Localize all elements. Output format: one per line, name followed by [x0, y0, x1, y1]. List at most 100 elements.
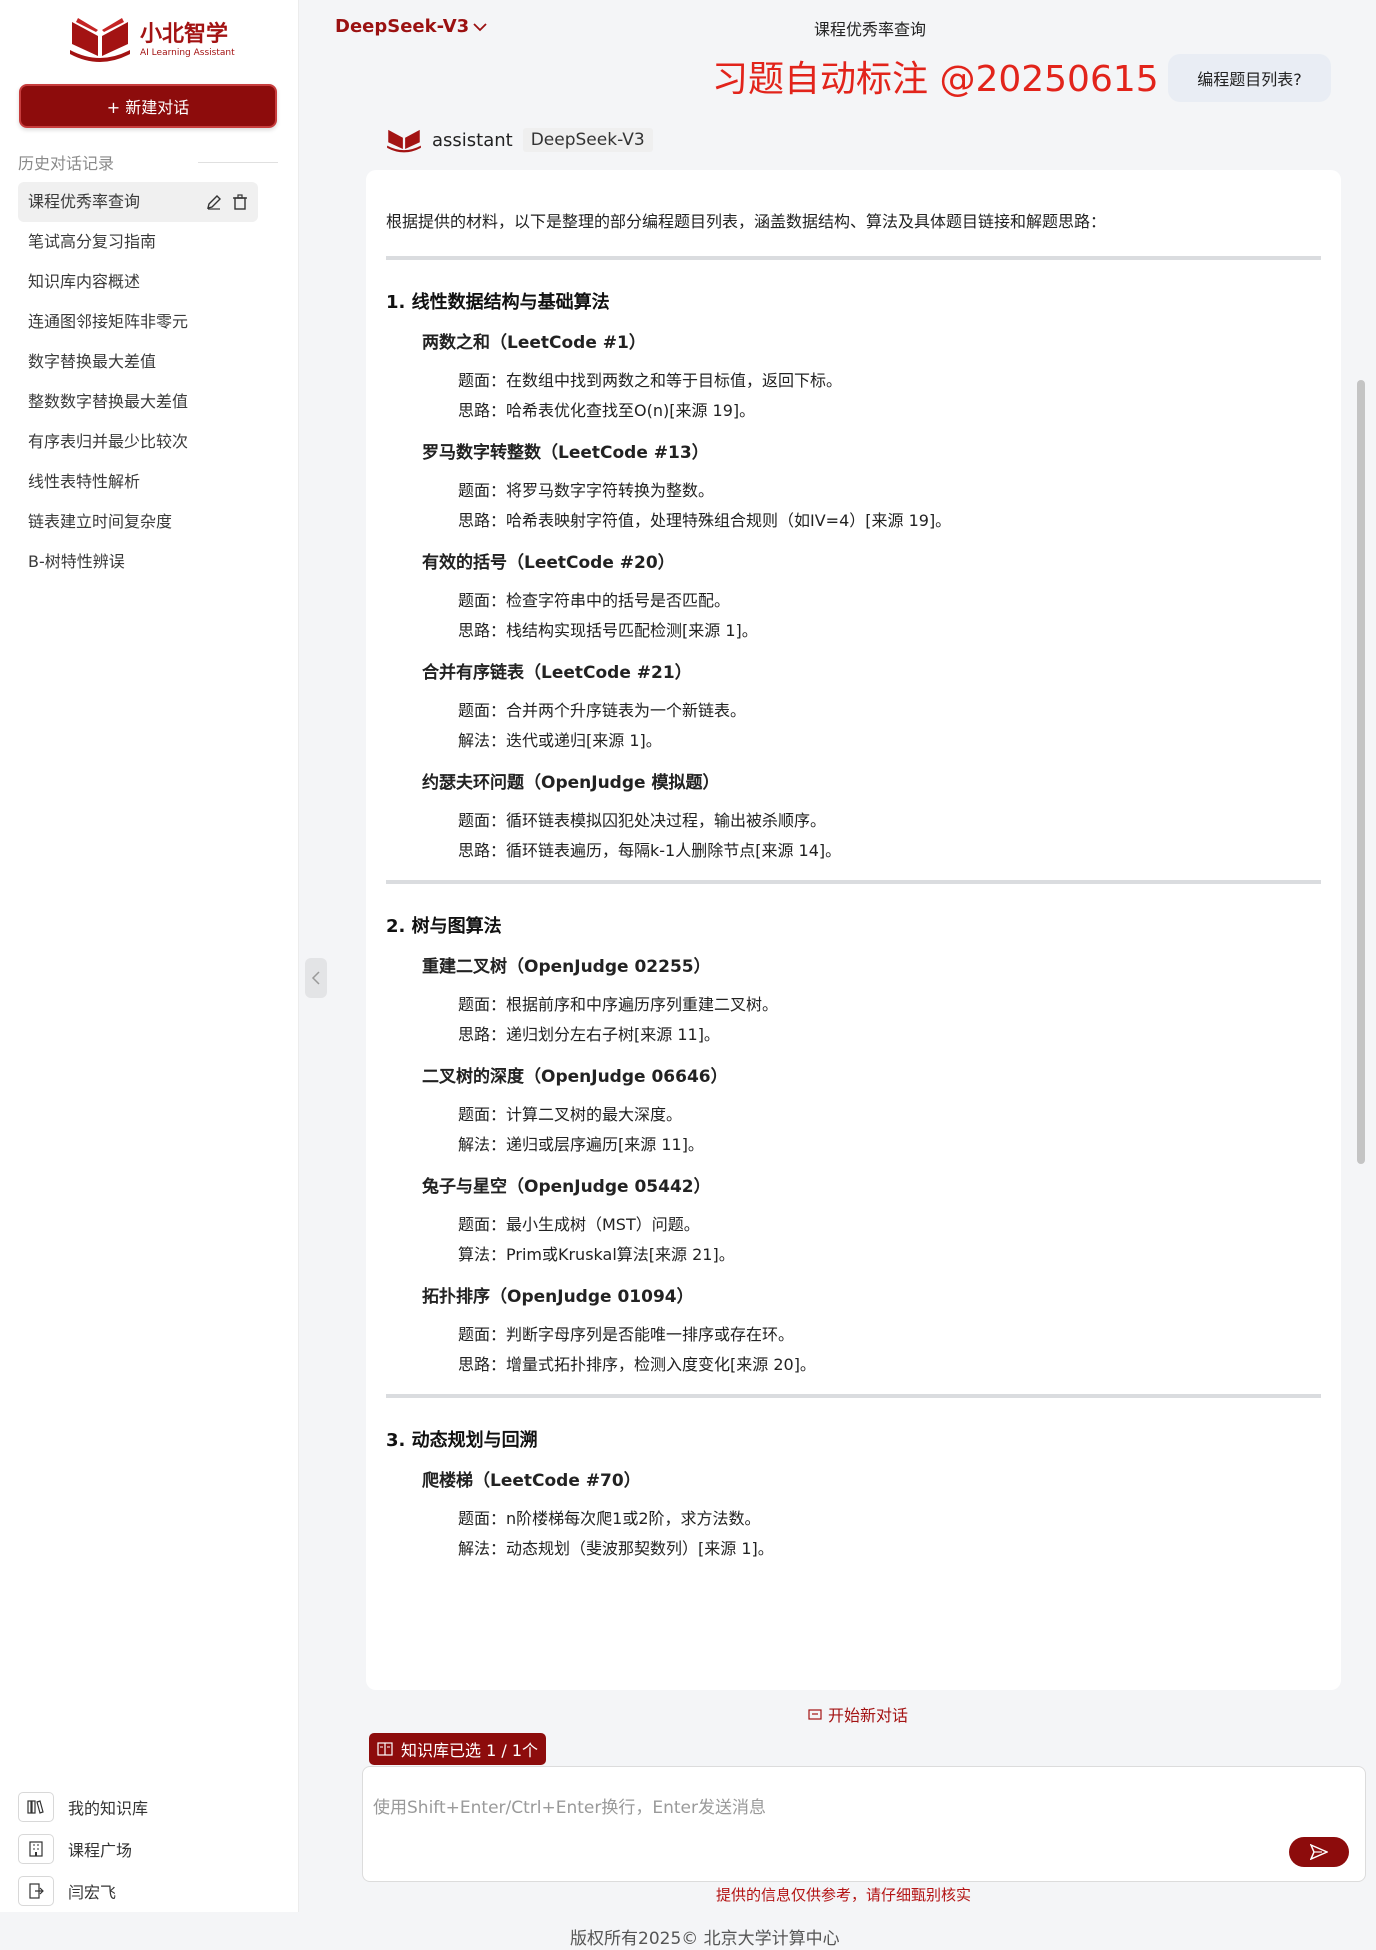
problem-line: 题面：最小生成树（MST）问题。 — [458, 1215, 700, 1234]
model-selector-label: DeepSeek-V3 — [335, 16, 470, 37]
section-title: 1. 线性数据结构与基础算法 — [386, 292, 610, 313]
problem-title: 兔子与星空（OpenJudge 05442） — [422, 1177, 711, 1197]
history-item[interactable]: 线性表特性解析 — [18, 462, 258, 502]
nav-my-knowledge[interactable]: 我的知识库 — [18, 1786, 148, 1828]
history-item[interactable]: 链表建立时间复杂度 — [18, 502, 258, 542]
new-chat-icon — [808, 1709, 822, 1720]
nav-user[interactable]: 闫宏飞 — [18, 1870, 148, 1912]
disclaimer: 提供的信息仅供参考，请仔细甄别核实 — [716, 1886, 972, 1904]
problem-line: 解法：递归或层序遍历[来源 11]。 — [458, 1135, 704, 1154]
sidebar-bottom-nav: 我的知识库 课程广场 闫宏飞 — [18, 1786, 148, 1912]
knowledge-base-selector[interactable]: 知识库已选 1 / 1个 — [369, 1733, 547, 1765]
message-section: 1. 线性数据结构与基础算法 两数之和（LeetCode #1） 题面：在数组中… — [386, 290, 1321, 866]
problem-title: 拓扑排序（OpenJudge 01094） — [422, 1287, 694, 1307]
problem-item: 合并有序链表（LeetCode #21） 题面：合并两个升序链表为一个新链表。 … — [386, 660, 1321, 756]
history-item[interactable]: 整数数字替换最大差值 — [18, 382, 258, 422]
history-item[interactable]: B-树特性辨误 — [18, 542, 258, 582]
new-chat-button[interactable]: + 新建对话 — [19, 84, 277, 128]
app-name: 小北智学 — [140, 22, 229, 47]
page-title: 课程优秀率查询 — [813, 20, 926, 39]
history-item-label: 课程优秀率查询 — [28, 192, 141, 211]
assistant-role: assistant — [432, 129, 513, 151]
history-item[interactable]: 课程优秀率查询 — [18, 182, 258, 222]
problem-title: 罗马数字转整数（LeetCode #13） — [422, 443, 709, 463]
assistant-model-tag: DeepSeek-V3 — [522, 128, 653, 152]
bookshelf-icon — [18, 1792, 54, 1822]
copyright: 版权所有2025© 北京大学计算中心 — [570, 1929, 840, 1949]
history-header: 历史对话记录 — [18, 150, 278, 174]
divider — [386, 256, 1321, 260]
problem-line: 题面：将罗马数字字符转换为整数。 — [458, 481, 715, 500]
history-list: 课程优秀率查询 笔试高分复习指南 知识库内容概述 连通图邻接矩阵非零元 数字替换… — [18, 182, 258, 582]
divider — [386, 1394, 1321, 1398]
problem-line: 思路：循环链表遍历，每隔k-1人删除节点[来源 14]。 — [458, 841, 842, 860]
model-selector[interactable]: DeepSeek-V3 — [335, 16, 487, 37]
problem-line: 题面：计算二叉树的最大深度。 — [458, 1105, 683, 1124]
logo-book-icon — [70, 18, 130, 62]
logout-icon — [18, 1876, 54, 1906]
problem-line: 思路：增量式拓扑排序，检测入度变化[来源 20]。 — [458, 1355, 816, 1374]
problem-line: 思路：栈结构实现括号匹配检测[来源 1]。 — [458, 621, 758, 640]
chat-scrollbar[interactable] — [1357, 380, 1365, 1164]
edit-icon[interactable] — [206, 194, 222, 210]
problem-line: 解法：迭代或递归[来源 1]。 — [458, 731, 662, 750]
history-item[interactable]: 连通图邻接矩阵非零元 — [18, 302, 258, 342]
problem-title: 两数之和（LeetCode #1） — [422, 333, 646, 353]
problem-line: 思路：哈希表映射字符值，处理特殊组合规则（如IV=4）[来源 19]。 — [458, 511, 952, 530]
problem-line: 解法：动态规划（斐波那契数列）[来源 1]。 — [458, 1539, 774, 1558]
book-icon — [377, 1742, 393, 1756]
app-logo[interactable]: 小北智学 AI Learning Assistant — [68, 14, 235, 66]
message-section: 3. 动态规划与回溯 爬楼梯（LeetCode #70） 题面：n阶楼梯每次爬1… — [386, 1428, 1321, 1564]
problem-title: 二叉树的深度（OpenJudge 06646） — [422, 1067, 728, 1087]
nav-course-plaza-label: 课程广场 — [68, 1841, 133, 1860]
message-section: 2. 树与图算法 重建二叉树（OpenJudge 02255） 题面：根据前序和… — [386, 914, 1321, 1380]
nav-my-knowledge-label: 我的知识库 — [68, 1799, 149, 1818]
overlay-annotation-title: 习题自动标注 @20250615 — [712, 59, 1159, 100]
collapse-sidebar-button[interactable] — [305, 958, 327, 998]
problem-line: 思路：哈希表优化查找至O(n)[来源 19]。 — [458, 401, 756, 420]
problem-item: 有效的括号（LeetCode #20） 题面：检查字符串中的括号是否匹配。 思路… — [386, 550, 1321, 646]
problem-line: 思路：递归划分左右子树[来源 11]。 — [458, 1025, 720, 1044]
start-new-conversation-button[interactable]: 开始新对话 — [808, 1702, 908, 1726]
problem-line: 题面：循环链表模拟囚犯处决过程，输出被杀顺序。 — [458, 811, 827, 830]
history-item[interactable]: 知识库内容概述 — [18, 262, 258, 302]
user-name: 闫宏飞 — [68, 1883, 117, 1902]
problem-title: 有效的括号（LeetCode #20） — [422, 553, 675, 573]
knowledge-base-count: 知识库已选 1 / 1个 — [401, 1741, 539, 1760]
problem-item: 兔子与星空（OpenJudge 05442） 题面：最小生成树（MST）问题。 … — [386, 1174, 1321, 1270]
section-title: 3. 动态规划与回溯 — [386, 1430, 538, 1451]
app-subtitle: AI Learning Assistant — [140, 48, 235, 58]
problem-line: 题面：根据前序和中序遍历序列重建二叉树。 — [458, 995, 779, 1014]
assistant-message: 根据提供的材料，以下是整理的部分编程题目列表，涵盖数据结构、算法及具体题目链接和… — [366, 170, 1341, 1690]
history-item[interactable]: 数字替换最大差值 — [18, 342, 258, 382]
nav-course-plaza[interactable]: 课程广场 — [18, 1828, 148, 1870]
send-button[interactable] — [1289, 1837, 1349, 1867]
sidebar: 小北智学 AI Learning Assistant + 新建对话 历史对话记录… — [0, 0, 299, 1912]
send-icon — [1310, 1844, 1328, 1860]
problem-line: 算法：Prim或Kruskal算法[来源 21]。 — [458, 1245, 735, 1264]
history-item[interactable]: 有序表归并最少比较次 — [18, 422, 258, 462]
problem-line: 题面：n阶楼梯每次爬1或2阶，求方法数。 — [458, 1509, 761, 1528]
chevron-down-icon — [473, 22, 487, 31]
problem-title: 重建二叉树（OpenJudge 02255） — [422, 957, 711, 977]
chevron-left-icon — [311, 971, 320, 985]
history-item[interactable]: 笔试高分复习指南 — [18, 222, 258, 262]
history-item-actions — [206, 182, 248, 210]
problem-line: 题面：合并两个升序链表为一个新链表。 — [458, 701, 747, 720]
message-input[interactable]: 使用Shift+Enter/Ctrl+Enter换行，Enter发送消息 — [362, 1766, 1366, 1882]
problem-item: 约瑟夫环问题（OpenJudge 模拟题） 题面：循环链表模拟囚犯处决过程，输出… — [386, 770, 1321, 866]
user-message: 编程题目列表? — [1168, 54, 1331, 102]
trash-icon[interactable] — [232, 194, 248, 210]
section-title: 2. 树与图算法 — [386, 916, 502, 937]
message-intro: 根据提供的材料，以下是整理的部分编程题目列表，涵盖数据结构、算法及具体题目链接和… — [386, 212, 1107, 231]
problem-item: 罗马数字转整数（LeetCode #13） 题面：将罗马数字字符转换为整数。 思… — [386, 440, 1321, 536]
problem-title: 约瑟夫环问题（OpenJudge 模拟题） — [422, 773, 720, 793]
problem-item: 二叉树的深度（OpenJudge 06646） 题面：计算二叉树的最大深度。 解… — [386, 1064, 1321, 1160]
history-title: 历史对话记录 — [18, 154, 115, 173]
divider — [198, 161, 278, 163]
problem-item: 拓扑排序（OpenJudge 01094） 题面：判断字母序列是否能唯一排序或存… — [386, 1284, 1321, 1380]
problem-item: 爬楼梯（LeetCode #70） 题面：n阶楼梯每次爬1或2阶，求方法数。 解… — [386, 1468, 1321, 1564]
problem-item: 两数之和（LeetCode #1） 题面：在数组中找到两数之和等于目标值，返回下… — [386, 330, 1321, 426]
message-input-placeholder: 使用Shift+Enter/Ctrl+Enter换行，Enter发送消息 — [373, 1798, 766, 1818]
assistant-header: assistant DeepSeek-V3 — [386, 122, 653, 158]
